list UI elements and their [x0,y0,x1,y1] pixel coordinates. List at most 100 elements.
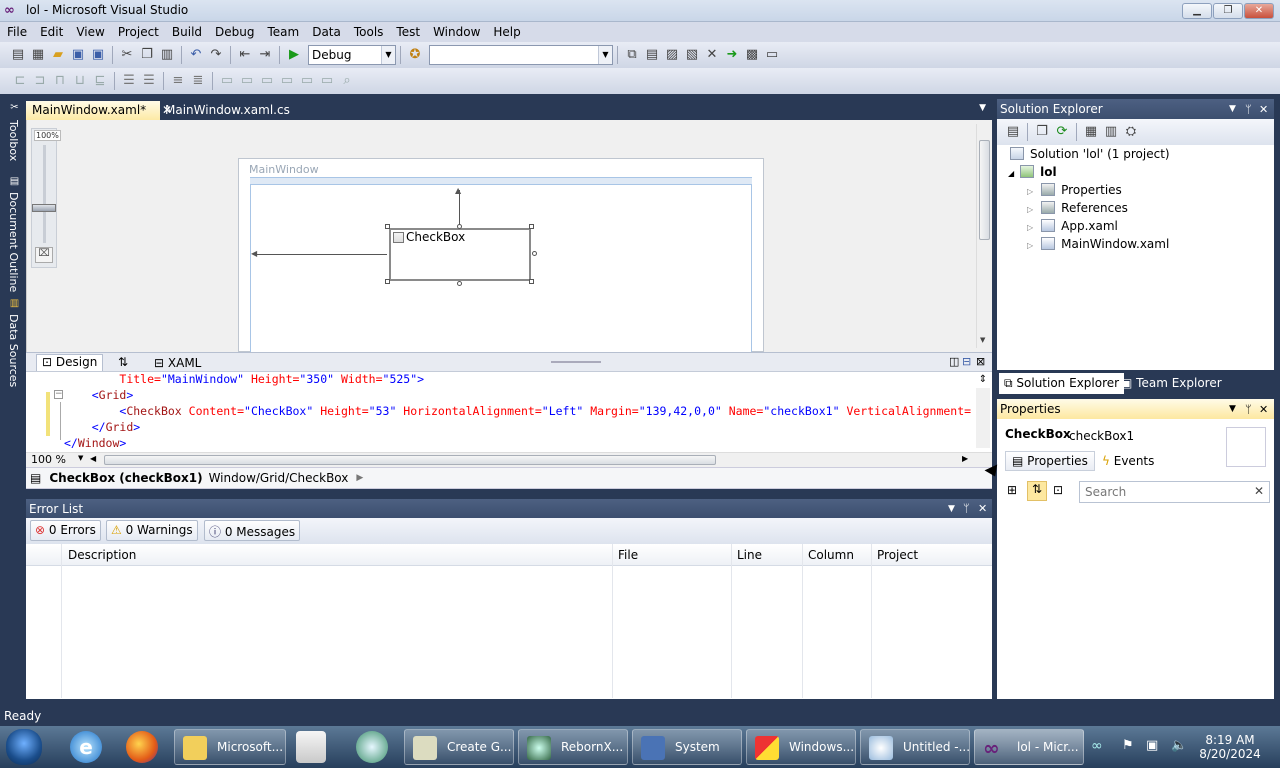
tree-item-properties[interactable]: ▷ Properties [1027,183,1122,197]
resize-handle[interactable] [457,224,462,229]
zoom-thumb[interactable] [32,204,56,212]
collapse-outline-icon[interactable]: − [54,390,63,399]
taskbar-item[interactable]: RebornX... [518,729,628,765]
fit-to-window-icon[interactable]: ⌧ [35,247,53,263]
splitter-grip[interactable] [551,361,601,363]
tab-design[interactable]: ⊡ Design [36,354,104,371]
tree-item-app-xaml[interactable]: ▷ App.xaml [1027,219,1118,233]
sort-by-source-icon[interactable]: ⊡ [1053,483,1063,497]
object-browser-icon[interactable]: ▨ [663,46,681,64]
design-xaml-splitter[interactable]: ⊡ Design ⇅ ⊟ XAML ◫ ⊟ ⊠ [26,352,992,372]
column-description[interactable]: Description [68,548,136,562]
refresh-icon[interactable]: ⟳ [1053,123,1071,141]
align-centers-icon[interactable]: ⊐ [31,72,49,90]
pin-icon[interactable]: ᛘ [1245,103,1252,116]
vertical-split-icon[interactable]: ◫ [949,355,959,368]
solution-explorer-icon[interactable]: ⧉ [623,46,641,64]
taskbar-item[interactable]: Windows... [746,729,856,765]
designer-scrollbar[interactable]: ▼ [976,124,992,348]
menu-team[interactable]: Team [267,25,299,39]
minimize-button[interactable]: ▁ [1182,3,1212,19]
categorized-icon[interactable]: ⊞ [1007,483,1017,497]
action-center-flag-icon[interactable]: ⚑ [1122,738,1134,753]
align-bottoms-icon[interactable]: ⊑ [91,72,109,90]
firefox-icon[interactable] [126,731,158,763]
volume-muted-icon[interactable]: 🔈 [1171,738,1187,753]
menu-view[interactable]: View [76,25,104,39]
undo-icon[interactable]: ↶ [187,46,205,64]
zoom-slider[interactable]: 100% ⌧ [31,128,61,268]
extension-manager-icon[interactable]: ✕ [703,46,721,64]
uncomment-icon[interactable]: ≣ [189,72,207,90]
pin-icon[interactable]: ᛘ [963,502,970,515]
window-position-icon[interactable]: ▼ [948,504,955,514]
column-column[interactable]: Column [808,548,854,562]
view-designer-icon[interactable]: ▥ [1102,123,1120,141]
copy-icon[interactable]: ❐ [138,46,156,64]
start-debugging-icon[interactable]: ▶ [285,46,303,64]
cut-icon[interactable]: ✂ [118,46,136,64]
menu-build[interactable]: Build [172,25,202,39]
align-lefts-icon[interactable]: ⊏ [11,72,29,90]
globe-icon[interactable] [356,731,388,763]
platform-dropdown[interactable]: ▼ [429,45,613,65]
collapse-icon[interactable]: ◢ [1008,169,1014,178]
checkbox-control[interactable]: CheckBox [389,228,531,281]
tab-mainwindow-xaml-cs[interactable]: MainWindow.xaml.cs [159,101,296,120]
solution-node[interactable]: Solution 'lol' (1 project) [1010,147,1170,161]
editor-zoom[interactable]: 100 % [31,453,66,466]
new-project-icon[interactable]: ▤ [9,46,27,64]
taskbar-item[interactable]: Untitled -... [860,729,970,765]
element-path[interactable]: Window/Grid/CheckBox [209,471,349,485]
menu-window[interactable]: Window [433,25,480,39]
restore-button[interactable]: ❐ [1213,3,1243,19]
scroll-down-icon[interactable]: ▼ [980,336,985,344]
tray-network-icon[interactable]: ∞ [1091,738,1103,754]
chevron-down-icon[interactable]: ▼ [78,454,83,462]
clear-search-icon[interactable]: ✕ [1254,484,1264,498]
pin-icon[interactable]: ᛘ [1245,403,1252,416]
resize-handle[interactable] [532,251,537,256]
expand-icon[interactable]: ▷ [1027,241,1033,250]
column-project[interactable]: Project [877,548,918,562]
prev-bookmark-folder-icon[interactable]: ▭ [278,72,296,90]
comment-icon[interactable]: ≡ [169,72,187,90]
column-line[interactable]: Line [737,548,762,562]
tree-item-references[interactable]: ▷ References [1027,201,1128,215]
menu-debug[interactable]: Debug [215,25,254,39]
resize-handle[interactable] [385,224,390,229]
project-node[interactable]: ◢ lol [1008,165,1057,179]
network-icon[interactable]: ▣ [1146,738,1158,753]
menu-project[interactable]: Project [118,25,159,39]
media-player-icon[interactable] [296,731,326,763]
taskbar-item[interactable]: Microsoft... [174,729,286,765]
resize-handle[interactable] [529,279,534,284]
taskbar-item[interactable]: System [632,729,742,765]
tab-events[interactable]: ϟ Events [1102,454,1154,468]
taskbar-clock[interactable]: 8:19 AM 8/20/2024 [1195,733,1265,761]
navigate-forward-icon[interactable]: ⇥ [256,46,274,64]
tab-document-outline[interactable]: Document Outline [2,192,20,292]
menu-tools[interactable]: Tools [354,25,384,39]
menu-test[interactable]: Test [396,25,420,39]
next-bookmark-folder-icon[interactable]: ▭ [298,72,316,90]
document-outline-icon[interactable]: ▤ [30,471,41,485]
editor-horizontal-scrollbar[interactable]: 100 % ▼ ◀ ▶ [26,452,992,467]
window-position-icon[interactable]: ▼ [1229,104,1236,114]
expand-icon[interactable]: ▷ [1027,223,1033,232]
resize-handle[interactable] [457,281,462,286]
close-icon[interactable]: ✕ [978,502,987,515]
expand-icon[interactable]: ▷ [1027,187,1033,196]
scroll-left-icon[interactable]: ◀ [90,454,96,463]
taskbar-item-active[interactable]: ∞ lol - Micr... [974,729,1084,765]
clear-bookmarks-icon[interactable]: ▭ [318,72,336,90]
selected-element[interactable]: CheckBox (checkBox1) [49,471,202,485]
tab-mainwindow-xaml[interactable]: MainWindow.xaml* ✕ [26,101,172,120]
editor-scrollbar[interactable] [976,388,990,448]
window-position-icon[interactable]: ▼ [1229,404,1236,414]
scroll-thumb[interactable] [104,455,716,465]
column-file[interactable]: File [618,548,638,562]
toolbox-icon[interactable]: ▧ [683,46,701,64]
align-tops-icon[interactable]: ⊔ [71,72,89,90]
find-in-files-icon[interactable]: ✪ [406,46,424,64]
